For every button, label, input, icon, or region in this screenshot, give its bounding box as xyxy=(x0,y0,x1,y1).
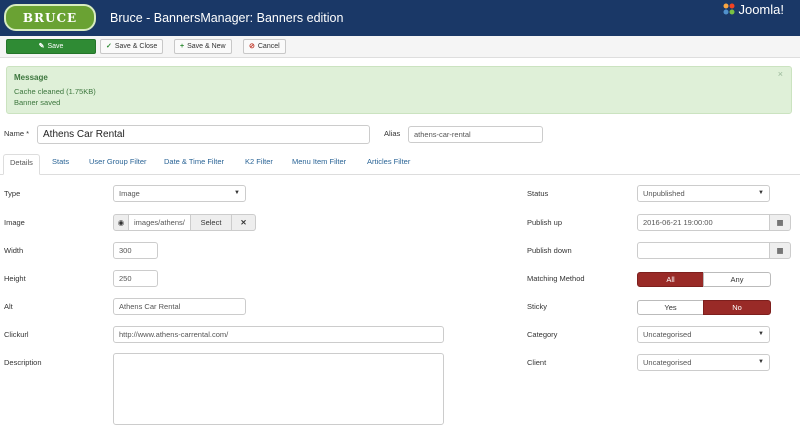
plus-icon: + xyxy=(180,43,185,50)
site-logo[interactable]: BRUCE xyxy=(4,4,96,31)
client-select[interactable]: Uncategorised ▼ xyxy=(637,354,770,371)
tab-details[interactable]: Details xyxy=(3,154,40,175)
image-path-input[interactable]: images/athens/ xyxy=(128,214,191,231)
publish-up-label: Publish up xyxy=(527,218,563,227)
description-label: Description xyxy=(4,358,42,367)
caret-down-icon: ▼ xyxy=(758,190,764,196)
check-icon: ✓ xyxy=(106,43,112,50)
save-close-label: Save & Close xyxy=(114,43,158,50)
tab-user-group-filter[interactable]: User Group Filter xyxy=(89,157,147,166)
sticky-yes-toggle[interactable]: Yes xyxy=(637,300,704,315)
top-header: BRUCE Bruce - BannersManager: Banners ed… xyxy=(0,0,800,36)
calendar-icon[interactable]: ▦ xyxy=(769,214,791,231)
save-new-button[interactable]: + Save & New xyxy=(174,39,232,54)
publish-up-input[interactable]: 2016-06-21 19:00:00 xyxy=(637,214,770,231)
save-close-button[interactable]: ✓ Save & Close xyxy=(100,39,164,54)
tab-stats[interactable]: Stats xyxy=(52,157,69,166)
category-value: Uncategorised xyxy=(643,330,692,339)
status-select[interactable]: Unpublished ▼ xyxy=(637,185,770,202)
alt-input[interactable]: Athens Car Rental xyxy=(113,298,246,315)
save-label: Save xyxy=(47,43,64,50)
clear-icon[interactable]: ✕ xyxy=(231,214,256,231)
image-label: Image xyxy=(4,218,25,227)
tab-date-time-filter[interactable]: Date & Time Filter xyxy=(164,157,224,166)
client-label: Client xyxy=(527,358,547,367)
tab-articles-filter[interactable]: Articles Filter xyxy=(367,157,410,166)
publish-down-input[interactable] xyxy=(637,242,770,259)
width-label: Width xyxy=(4,246,24,255)
page-title: Bruce - BannersManager: Banners edition xyxy=(110,11,344,25)
tab-k2-filter[interactable]: K2 Filter xyxy=(245,157,273,166)
alt-label: Alt xyxy=(4,302,13,311)
calendar-icon[interactable]: ▦ xyxy=(769,242,791,259)
width-input[interactable]: 300 xyxy=(113,242,158,259)
save-button[interactable]: ✎ Save xyxy=(6,39,96,54)
cancel-label: Cancel xyxy=(257,43,280,50)
save-icon: ✎ xyxy=(38,43,45,50)
matching-all-toggle[interactable]: All xyxy=(637,272,704,287)
caret-down-icon: ▼ xyxy=(234,190,240,196)
message-line: Banner saved xyxy=(14,98,61,107)
category-select[interactable]: Uncategorised ▼ xyxy=(637,326,770,343)
name-input[interactable]: Athens Car Rental xyxy=(37,125,370,144)
type-label: Type xyxy=(4,189,21,198)
status-label: Status xyxy=(527,189,549,198)
joomla-logo-icon xyxy=(723,3,735,15)
category-label: Category xyxy=(527,330,558,339)
preview-eye-icon[interactable]: ◉ xyxy=(113,214,129,231)
alias-input[interactable]: athens-car-rental xyxy=(408,126,543,143)
message-line: Cache cleaned (1.75KB) xyxy=(14,87,96,96)
cancel-icon: ⊘ xyxy=(249,43,255,50)
sticky-no-toggle[interactable]: No xyxy=(703,300,771,315)
status-value: Unpublished xyxy=(643,189,685,198)
type-value: Image xyxy=(119,189,140,198)
save-new-label: Save & New xyxy=(187,43,226,50)
logo-text: BRUCE xyxy=(22,11,78,25)
caret-down-icon: ▼ xyxy=(758,331,764,337)
height-label: Height xyxy=(4,274,26,283)
close-icon[interactable]: × xyxy=(778,69,783,79)
height-input[interactable]: 250 xyxy=(113,270,158,287)
matching-method-label: Matching Method xyxy=(527,274,585,283)
message-heading: Message xyxy=(14,73,48,82)
tab-menu-item-filter[interactable]: Menu Item Filter xyxy=(292,157,346,166)
image-select-button[interactable]: Select xyxy=(190,214,232,231)
description-textarea[interactable] xyxy=(113,353,444,425)
clickurl-input[interactable]: http://www.athens-carrental.com/ xyxy=(113,326,444,343)
cancel-button[interactable]: ⊘ Cancel xyxy=(243,39,286,54)
matching-any-toggle[interactable]: Any xyxy=(703,272,771,287)
tab-bar: Details Stats User Group Filter Date & T… xyxy=(0,154,800,175)
caret-down-icon: ▼ xyxy=(758,359,764,365)
type-select[interactable]: Image ▼ xyxy=(113,185,246,202)
name-label: Name * xyxy=(4,129,30,138)
client-value: Uncategorised xyxy=(643,358,692,367)
joomla-brand[interactable]: Joomla! xyxy=(722,2,784,17)
joomla-brand-text: Joomla! xyxy=(738,2,784,17)
alias-label: Alias xyxy=(384,129,401,138)
toolbar: ✎ Save ✓ Save & Close + Save & New ⊘ Cancel xyxy=(0,36,800,58)
system-message: Message Cache cleaned (1.75KB) Banner sa… xyxy=(6,66,792,114)
publish-down-label: Publish down xyxy=(527,246,572,255)
clickurl-label: Clickurl xyxy=(4,330,29,339)
sticky-label: Sticky xyxy=(527,302,548,311)
